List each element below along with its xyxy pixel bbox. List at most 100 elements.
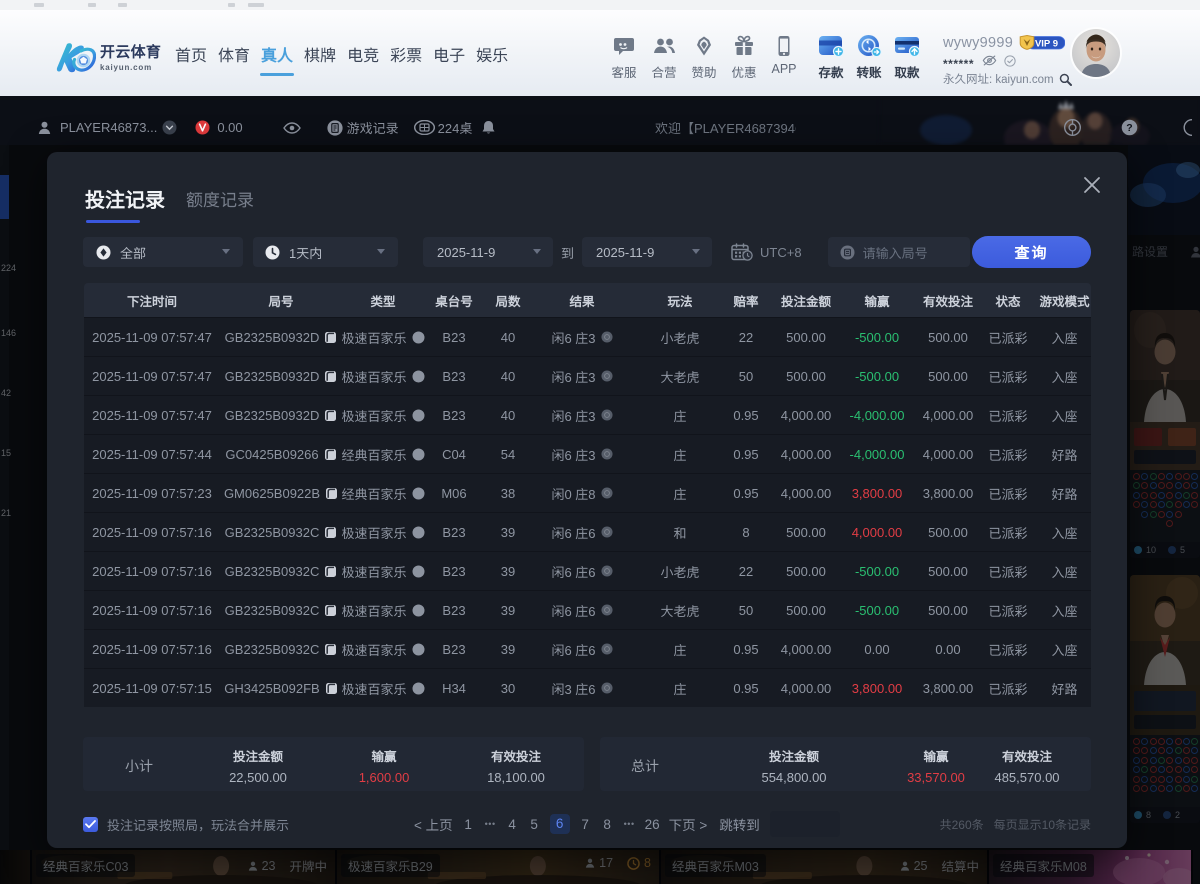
table-row[interactable]: 2025-11-09 07:57:47 GB2325B0932D 极速百家乐 B… <box>84 317 1091 356</box>
date-from-picker[interactable]: 2025-11-9 <box>423 237 553 267</box>
page-7[interactable]: 7 <box>579 817 592 832</box>
result-info-icon[interactable] <box>601 448 613 460</box>
eye-off-icon[interactable] <box>982 55 997 66</box>
info-icon[interactable] <box>412 370 425 383</box>
eye-icon[interactable] <box>283 122 301 134</box>
info-icon[interactable] <box>412 409 425 422</box>
header-action-优惠[interactable]: 优惠 <box>725 33 763 81</box>
result-info-icon[interactable] <box>601 565 613 577</box>
nav-item-棋牌[interactable]: 棋牌 <box>304 48 336 74</box>
tab-bet-records[interactable]: 投注记录 <box>85 184 165 223</box>
category-select[interactable]: 全部 <box>83 237 243 267</box>
copy-icon[interactable] <box>324 409 337 422</box>
header-action-存款[interactable]: 存款 <box>812 33 850 81</box>
copy-icon[interactable] <box>324 331 337 344</box>
nav-item-电子[interactable]: 电子 <box>433 48 465 74</box>
nav-item-真人[interactable]: 真人 <box>261 48 293 74</box>
copy-icon[interactable] <box>324 565 337 578</box>
table-row[interactable]: 2025-11-09 07:57:44 GC0425B09266 经典百家乐 C… <box>84 434 1091 473</box>
page-8[interactable]: 8 <box>601 817 614 832</box>
result-info-icon[interactable] <box>601 526 613 538</box>
header-action-合营[interactable]: 合营 <box>645 33 683 81</box>
search-button[interactable]: 查询 <box>972 236 1091 268</box>
header-action-取款[interactable]: 取款 <box>888 33 926 81</box>
result-info-icon[interactable] <box>601 409 613 421</box>
copy-icon[interactable] <box>324 370 337 383</box>
next-page-button[interactable]: 下页 > <box>669 814 708 834</box>
nav-item-彩票[interactable]: 彩票 <box>390 48 422 74</box>
info-icon[interactable] <box>412 682 425 695</box>
refresh-icon[interactable] <box>1064 119 1081 136</box>
round-icon <box>840 245 855 260</box>
magnifier-icon[interactable] <box>1059 73 1072 86</box>
brand-text: 开云体育 kaiyun.com <box>100 45 161 72</box>
nav-item-娱乐[interactable]: 娱乐 <box>476 48 508 74</box>
username[interactable]: wywy9999 <box>943 35 1013 51</box>
game-records-link[interactable]: 游戏记录 <box>347 118 399 137</box>
copy-icon[interactable] <box>324 448 337 461</box>
info-icon[interactable] <box>412 643 425 656</box>
info-icon[interactable] <box>412 526 425 539</box>
cell-game-type: 极速百家乐 <box>342 562 424 581</box>
info-icon[interactable] <box>412 331 425 344</box>
table-row[interactable]: 2025-11-09 07:57:16 GB2325B0932C 极速百家乐 B… <box>84 551 1091 590</box>
avatar[interactable] <box>1072 29 1120 77</box>
page-6[interactable]: 6 <box>550 814 570 834</box>
copy-icon[interactable] <box>325 682 338 695</box>
tables-count[interactable]: 224桌 <box>438 118 473 137</box>
header-action-APP[interactable]: APP <box>765 33 803 76</box>
nav-item-电竞[interactable]: 电竞 <box>347 48 379 74</box>
page-5[interactable]: 5 <box>528 817 541 832</box>
round-search-input[interactable]: 请输入局号 <box>828 237 970 267</box>
check-circle-icon[interactable] <box>1004 55 1016 67</box>
result-info-icon[interactable] <box>601 643 613 655</box>
table-row[interactable]: 2025-11-09 07:57:16 GB2325B0932C 极速百家乐 B… <box>84 590 1091 629</box>
page-4[interactable]: 4 <box>506 817 519 832</box>
info-icon[interactable] <box>412 604 425 617</box>
result-info-icon[interactable] <box>601 682 613 694</box>
cell-valid-bet: 3,800.00 <box>906 681 990 696</box>
result-info-icon[interactable] <box>601 487 613 499</box>
copy-icon[interactable] <box>325 487 338 500</box>
copy-icon[interactable] <box>324 643 337 656</box>
player-id[interactable]: PLAYER46873... <box>60 120 157 135</box>
copy-icon[interactable] <box>324 604 337 617</box>
prev-page-button[interactable]: < 上页 <box>414 814 453 834</box>
edge-icon[interactable] <box>1178 119 1192 136</box>
table-row[interactable]: 2025-11-09 07:57:47 GB2325B0932D 极速百家乐 B… <box>84 395 1091 434</box>
copy-icon[interactable] <box>324 526 337 539</box>
result-info-icon[interactable] <box>601 604 613 616</box>
help-icon[interactable]: ? <box>1121 119 1138 136</box>
brand-logo[interactable]: 开云体育 kaiyun.com <box>56 41 161 75</box>
table-row[interactable]: 2025-11-09 07:57:15 GH3425B092FB 极速百家乐 H… <box>84 668 1091 707</box>
range-select[interactable]: 1天内 <box>253 237 398 267</box>
date-to-picker[interactable]: 2025-11-9 <box>582 237 712 267</box>
pager-ellipsis[interactable]: ••• <box>623 819 636 829</box>
info-icon[interactable] <box>412 448 425 461</box>
header-action-转账[interactable]: 转账 <box>850 33 888 81</box>
bell-icon[interactable] <box>482 120 495 135</box>
result-info-icon[interactable] <box>601 370 613 382</box>
chevron-down-circle-icon[interactable] <box>162 120 177 135</box>
result-info-icon[interactable] <box>601 331 613 343</box>
merge-checkbox[interactable] <box>83 817 98 832</box>
close-icon[interactable] <box>1083 176 1101 194</box>
header-action-赞助[interactable]: 赞助 <box>685 33 723 81</box>
tab-quota-records[interactable]: 额度记录 <box>186 186 254 223</box>
jump-page-input[interactable] <box>770 811 840 837</box>
table-row[interactable]: 2025-11-09 07:57:47 GB2325B0932D 极速百家乐 B… <box>84 356 1091 395</box>
table-row[interactable]: 2025-11-09 07:57:16 GB2325B0932C 极速百家乐 B… <box>84 512 1091 551</box>
timezone-display[interactable]: UTC+8 <box>731 243 802 261</box>
page-26[interactable]: 26 <box>645 817 660 832</box>
info-icon[interactable] <box>412 487 425 500</box>
table-row[interactable]: 2025-11-09 07:57:23 GM0625B0922B 经典百家乐 M… <box>84 473 1091 512</box>
vip-badge[interactable]: VIP 9 <box>1019 34 1065 51</box>
header-action-客服[interactable]: 客服 <box>605 33 643 81</box>
nav-item-首页[interactable]: 首页 <box>175 48 207 74</box>
table-header: 下注时间局号类型桌台号局数结果玩法赔率投注金额输赢有效投注状态游戏模式 <box>84 283 1091 317</box>
page-1[interactable]: 1 <box>462 817 475 832</box>
table-row[interactable]: 2025-11-09 07:57:16 GB2325B0932C 极速百家乐 B… <box>84 629 1091 668</box>
nav-item-体育[interactable]: 体育 <box>218 48 250 74</box>
pager-ellipsis[interactable]: ••• <box>484 819 497 829</box>
info-icon[interactable] <box>412 565 425 578</box>
